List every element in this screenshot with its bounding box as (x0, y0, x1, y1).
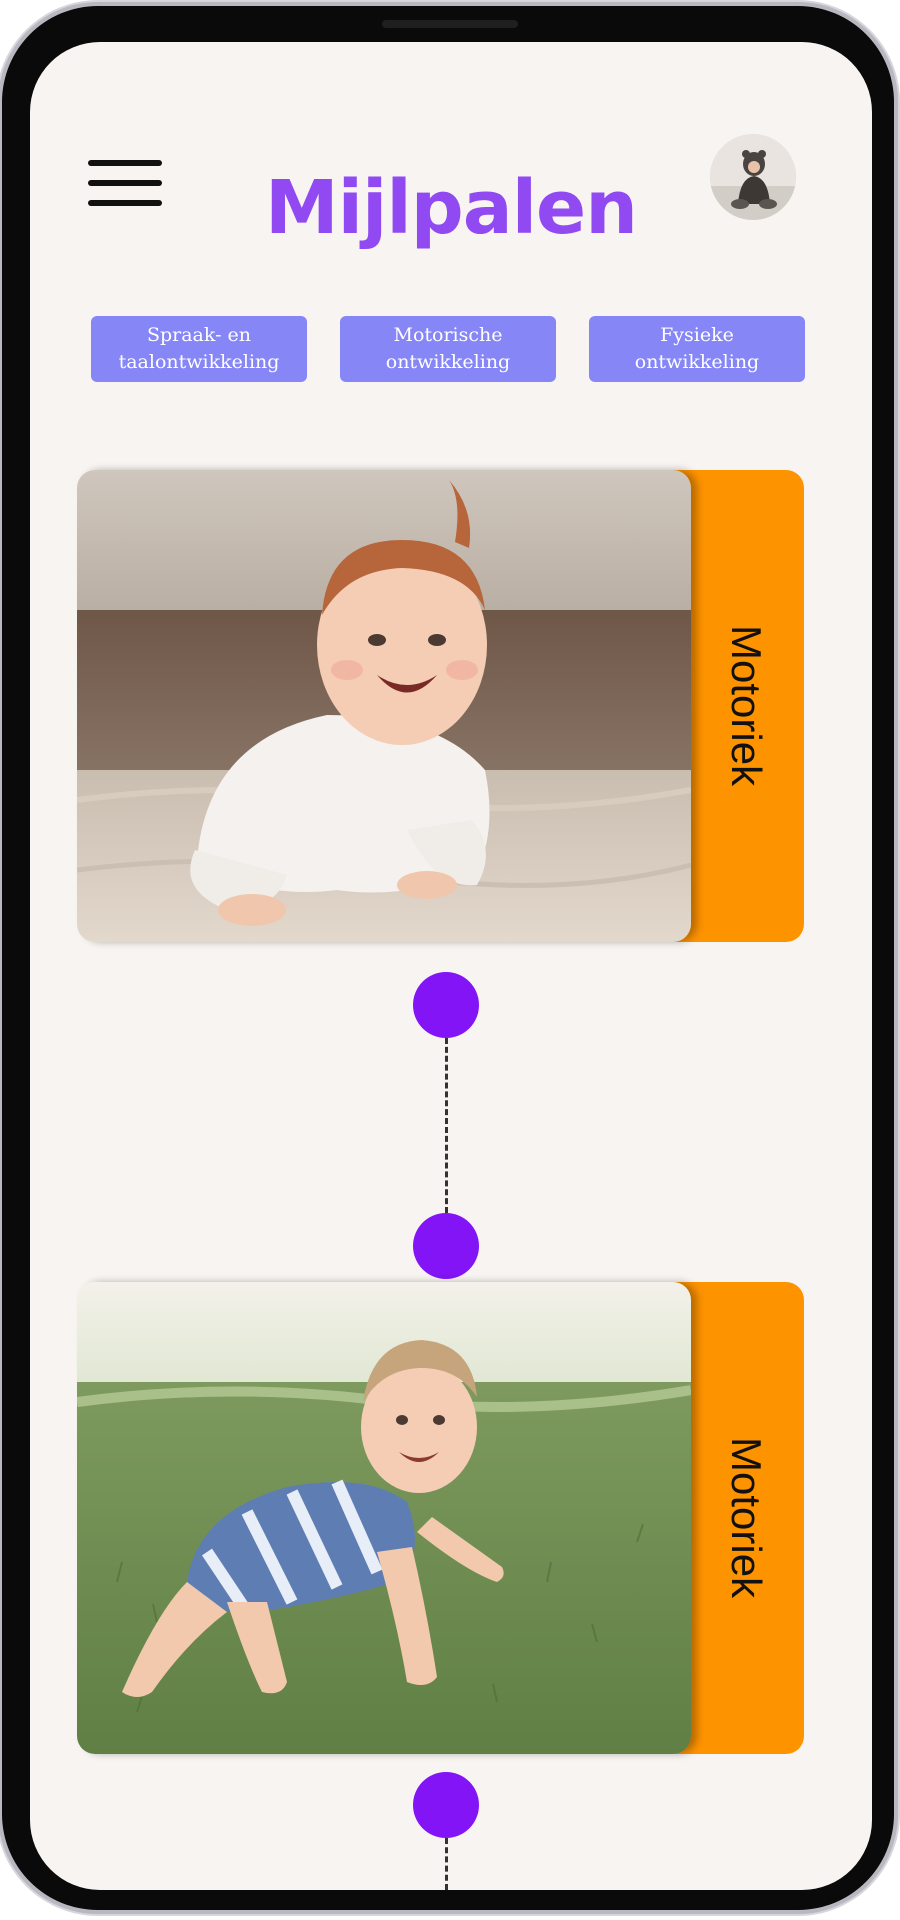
timeline-dot[interactable] (413, 1213, 479, 1279)
category-label: Motoriek (723, 625, 770, 787)
milestone-card[interactable]: Motoriek (77, 470, 804, 942)
filter-chip-motor-development[interactable]: Motorische ontwikkeling (340, 316, 556, 382)
milestone-photo (77, 470, 691, 942)
timeline-connector (445, 1838, 448, 1890)
category-label: Motoriek (723, 1437, 770, 1599)
timeline-dot[interactable] (413, 1772, 479, 1838)
timeline-connector (445, 1038, 448, 1213)
milestone-card[interactable]: Motoriek (77, 1282, 804, 1754)
avatar-photo (710, 134, 796, 220)
timeline-dot[interactable] (413, 972, 479, 1038)
phone-speaker (382, 20, 518, 28)
phone-frame: Mijlpalen Spraak- en taalontwikkeling Mo… (2, 6, 894, 1910)
filter-chip-physical-development[interactable]: Fysieke ontwikkeling (589, 316, 805, 382)
app-screen: Mijlpalen Spraak- en taalontwikkeling Mo… (30, 42, 872, 1890)
profile-avatar[interactable] (710, 134, 796, 220)
milestone-photo (77, 1282, 691, 1754)
category-filter-bar: Spraak- en taalontwikkeling Motorische o… (91, 316, 809, 382)
filter-chip-speech-language[interactable]: Spraak- en taalontwikkeling (91, 316, 307, 382)
